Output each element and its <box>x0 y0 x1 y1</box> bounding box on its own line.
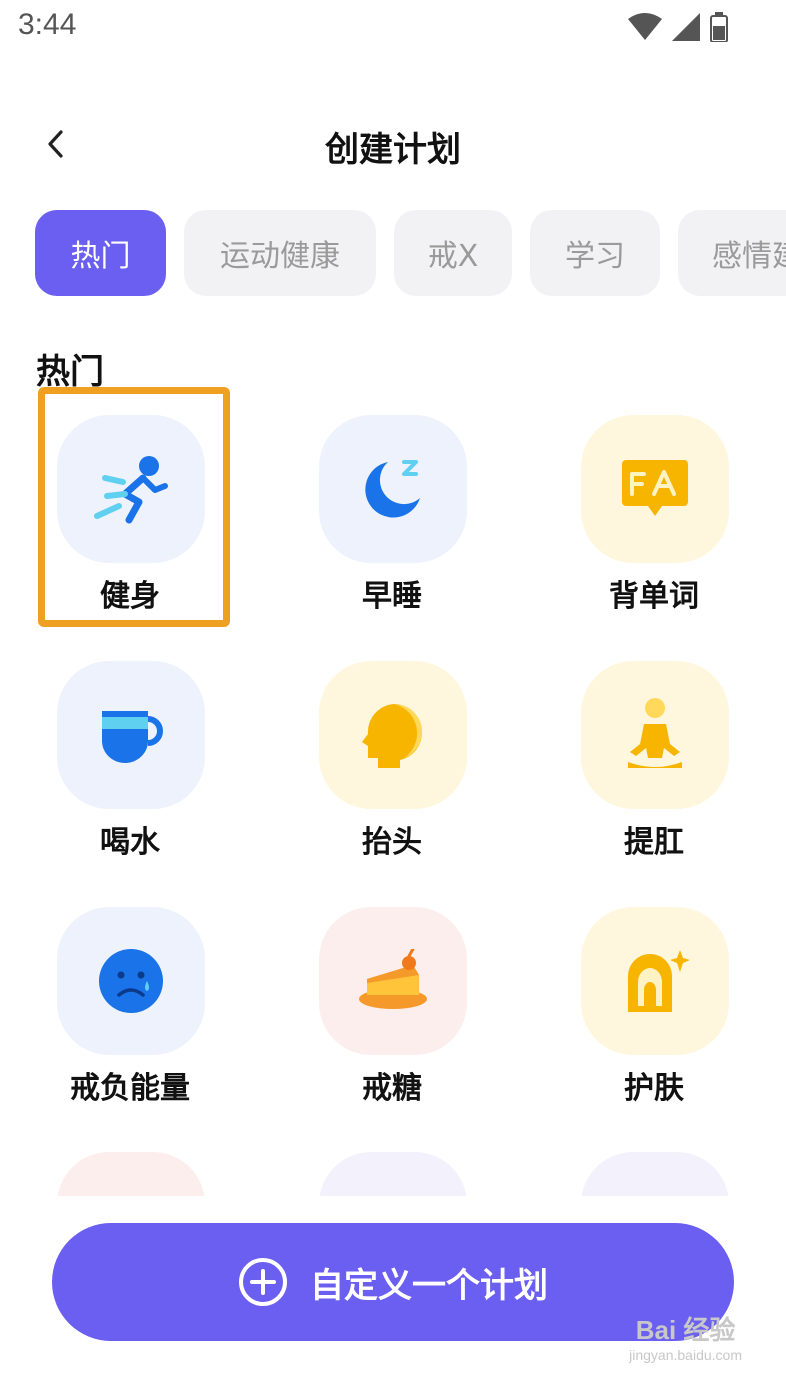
battery-icon <box>710 12 728 42</box>
plan-label: 抬头 <box>362 825 422 860</box>
tab-relationship[interactable]: 感情建 <box>678 210 786 296</box>
plan-tile <box>319 907 467 1055</box>
plan-item-skincare[interactable]: 护肤 <box>544 907 764 1117</box>
vocabulary-icon <box>622 460 688 516</box>
plan-item-partial[interactable] <box>544 1150 764 1198</box>
plan-tile <box>319 661 467 809</box>
plan-item-quit-sugar[interactable]: 戒糖 <box>282 907 502 1117</box>
plan-item-sleep-early[interactable]: 早睡 <box>282 415 502 625</box>
plan-item-kegel[interactable]: 提肛 <box>544 661 764 871</box>
plan-item-vocabulary[interactable]: 背单词 <box>544 415 764 625</box>
plan-tile <box>581 1152 729 1198</box>
plan-item-drink-water[interactable]: 喝水 <box>20 661 240 871</box>
watermark-url: jingyan.baidu.com <box>629 1347 742 1363</box>
plan-item-partial[interactable] <box>282 1150 502 1198</box>
page-title: 创建计划 <box>325 130 461 170</box>
tab-study[interactable]: 学习 <box>530 210 660 296</box>
tab-quit[interactable]: 戒X <box>394 210 512 296</box>
plus-circle-icon <box>239 1258 287 1306</box>
plan-tile <box>57 661 205 809</box>
plan-tile <box>319 1152 467 1198</box>
plan-label: 提肛 <box>624 825 684 860</box>
plan-tile <box>57 415 205 563</box>
status-icons <box>628 12 728 42</box>
plan-label: 背单词 <box>609 579 699 614</box>
plan-label: 护肤 <box>624 1071 684 1106</box>
head-icon <box>362 704 423 768</box>
running-person-icon <box>94 456 168 524</box>
plan-tile <box>581 661 729 809</box>
plan-label: 戒糖 <box>362 1071 422 1106</box>
plan-item-partial[interactable] <box>20 1150 240 1198</box>
plan-tile <box>57 1152 205 1198</box>
sad-face-icon <box>99 949 163 1013</box>
plan-label: 健身 <box>100 579 160 614</box>
signal-icon <box>672 13 700 41</box>
moon-sleep-icon <box>365 460 420 518</box>
section-title: 热门 <box>36 352 104 392</box>
status-time: 3:44 <box>18 8 77 41</box>
tab-sports-health[interactable]: 运动健康 <box>184 210 376 296</box>
plan-tile <box>57 907 205 1055</box>
wifi-icon <box>628 13 662 40</box>
cake-icon <box>359 949 427 1009</box>
plan-tile <box>581 907 729 1055</box>
partial-row <box>0 1150 786 1198</box>
plan-item-head-up[interactable]: 抬头 <box>282 661 502 871</box>
cup-icon <box>102 711 163 763</box>
meditation-icon <box>628 698 682 768</box>
custom-plan-label: 自定义一个计划 <box>310 1265 548 1306</box>
plan-tile <box>581 415 729 563</box>
plan-label: 早睡 <box>362 579 422 614</box>
skincare-icon <box>628 950 690 1012</box>
category-tabs: 热门 运动健康 戒X 学习 感情建 <box>35 210 786 296</box>
plan-item-quit-negativity[interactable]: 戒负能量 <box>20 907 240 1117</box>
tab-hot[interactable]: 热门 <box>35 210 166 296</box>
plan-item-fitness[interactable]: 健身 <box>20 415 240 625</box>
watermark: Bai 经验 jingyan.baidu.com <box>629 1310 742 1363</box>
watermark-text: Bai 经验 <box>635 1315 736 1345</box>
plan-tile <box>319 415 467 563</box>
plan-label: 戒负能量 <box>70 1071 190 1106</box>
plan-label: 喝水 <box>100 825 160 860</box>
status-bar: 3:44 <box>0 0 786 56</box>
